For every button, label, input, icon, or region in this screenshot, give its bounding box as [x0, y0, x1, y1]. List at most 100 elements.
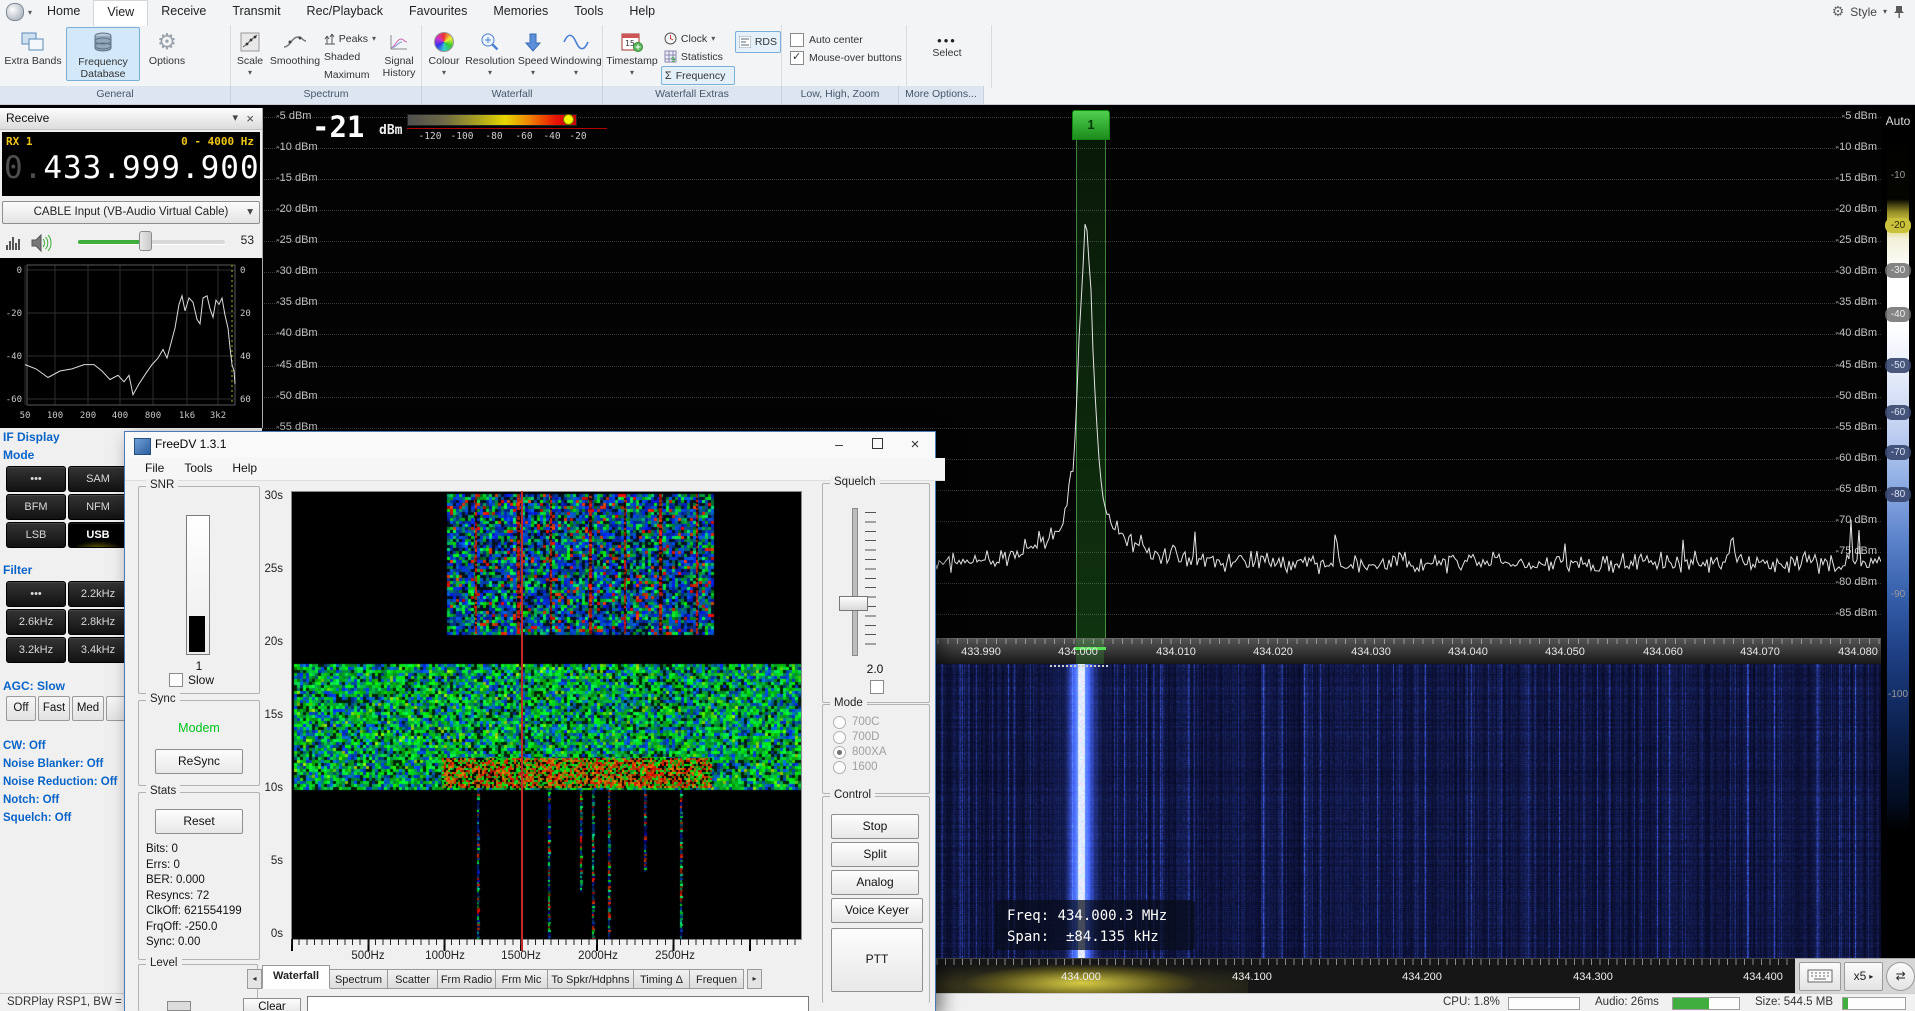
frequency-lcd[interactable]: RX 1 0 - 4000 Hz 0.433.999.900	[2, 132, 260, 196]
text-output-field[interactable]	[307, 996, 809, 1011]
ribbon-tab-receive[interactable]: Receive	[148, 0, 219, 25]
freedv-menu-tools[interactable]: Tools	[174, 458, 222, 480]
pin-icon[interactable]	[1893, 5, 1905, 19]
options-button[interactable]: ⚙ Options	[140, 27, 194, 67]
mode-button-sam[interactable]: SAM	[68, 466, 128, 492]
filter-button-3-4khz[interactable]: 3.4kHz	[68, 637, 128, 663]
freedv-tab-frequen[interactable]: Frequen	[690, 969, 744, 989]
tab-scroll-left[interactable]: ◂	[247, 969, 262, 989]
select-button[interactable]: ••• Select	[907, 27, 987, 59]
freedv-titlebar[interactable]: FreeDV 1.3.1 – ×	[125, 432, 935, 459]
shaded-button[interactable]: Shaded	[321, 48, 379, 65]
filter-button-2-6khz[interactable]: 2.6kHz	[6, 609, 66, 635]
gear-icon[interactable]: ⚙	[1832, 3, 1845, 20]
resolution-button[interactable]: Resolution ▾	[466, 27, 514, 79]
mode-button-usb[interactable]: USB	[68, 522, 128, 548]
resync-button[interactable]: ReSync	[155, 749, 243, 774]
smoothing-button[interactable]: Smoothing	[269, 27, 321, 67]
control-button-voice-keyer[interactable]: Voice Keyer	[831, 898, 923, 923]
ribbon-tab-memories[interactable]: Memories	[480, 0, 561, 25]
mode-header[interactable]: Mode	[3, 448, 34, 462]
filter-button-2-8khz[interactable]: 2.8kHz	[68, 609, 128, 635]
volume-slider-handle[interactable]	[139, 231, 152, 251]
mode-button-lsb[interactable]: LSB	[6, 522, 66, 548]
agc-button-fast[interactable]: Fast	[38, 696, 70, 721]
mode-radio-1600[interactable]: 1600	[833, 760, 878, 774]
close-icon[interactable]: ×	[246, 111, 254, 126]
signal-history-button[interactable]: Signal History	[379, 27, 419, 79]
agc-header[interactable]: AGC: Slow	[3, 679, 65, 693]
palette-scale-marker[interactable]: -100	[1881, 687, 1915, 702]
palette-scale-marker[interactable]: -10	[1881, 168, 1915, 183]
freedv-tab-timing[interactable]: Timing Δ	[634, 969, 690, 989]
if-display-header[interactable]: IF Display	[3, 430, 60, 444]
colour-button[interactable]: Colour ▾	[422, 27, 466, 79]
filter-button-[interactable]: •••	[6, 581, 66, 607]
squelch-slider-handle[interactable]	[839, 596, 868, 611]
scale-button[interactable]: Scale ▾	[231, 27, 269, 79]
freedv-menu-file[interactable]: File	[135, 458, 174, 480]
ptt-button[interactable]: PTT	[831, 928, 923, 992]
maximize-icon[interactable]	[858, 432, 896, 458]
rds-toggle[interactable]: RDS	[735, 31, 781, 53]
filter-button-2-2khz[interactable]: 2.2kHz	[68, 581, 128, 607]
mode-radio-800xa[interactable]: 800XA	[833, 745, 887, 759]
filter-button-3-2khz[interactable]: 3.2kHz	[6, 637, 66, 663]
mode-button-nfm[interactable]: NFM	[68, 494, 128, 520]
close-icon[interactable]: ×	[896, 432, 934, 458]
waterfall-frequency-axis[interactable]: 434.000434.100434.200434.300434.400	[928, 958, 1881, 994]
filter-passband-highlight[interactable]	[1076, 110, 1106, 638]
freedv-menu-help[interactable]: Help	[222, 458, 267, 480]
mode-button-bfm[interactable]: BFM	[6, 494, 66, 520]
collapse-icon[interactable]: ▾	[232, 111, 238, 124]
freedv-tab-waterfall[interactable]: Waterfall	[262, 965, 330, 989]
ribbon-tab-tools[interactable]: Tools	[561, 0, 616, 25]
freedv-tab-frm-mic[interactable]: Frm Mic	[496, 969, 548, 989]
freedv-waterfall-plot[interactable]	[291, 491, 802, 940]
palette-marker-dot[interactable]	[563, 114, 574, 125]
filter-header[interactable]: Filter	[3, 563, 32, 577]
palette-gradient-bar[interactable]	[1887, 136, 1909, 926]
style-menu[interactable]: Style	[1850, 5, 1877, 19]
freedv-tab-spectrum[interactable]: Spectrum	[330, 969, 388, 989]
ribbon-tab-rec-playback[interactable]: Rec/Playback	[294, 0, 396, 25]
ribbon-tab-transmit[interactable]: Transmit	[219, 0, 293, 25]
speaker-icon[interactable]	[30, 232, 54, 254]
squelch-checkbox[interactable]	[870, 680, 884, 694]
vfo-marker-tab[interactable]: 1	[1072, 110, 1110, 140]
palette-scale-marker[interactable]: -20	[1881, 218, 1915, 233]
reset-button[interactable]: Reset	[155, 809, 243, 834]
palette-scale-marker[interactable]: -70	[1881, 445, 1915, 460]
waterfall-display[interactable]: Freq: 434.000.3 MHz Span: ±84.135 kHz	[928, 663, 1881, 958]
freedv-window[interactable]: FreeDV 1.3.1 – × FileToolsHelp SNR 1 Slo…	[125, 432, 935, 1011]
minimize-icon[interactable]: –	[820, 432, 858, 458]
waterfall-palette-bar[interactable]	[407, 114, 577, 126]
palette-scale-marker[interactable]: -30	[1881, 263, 1915, 278]
ribbon-tab-home[interactable]: Home	[34, 0, 93, 25]
palette-scale-marker[interactable]: -80	[1881, 487, 1915, 502]
mode-radio-700d[interactable]: 700D	[833, 730, 880, 744]
control-button-analog[interactable]: Analog	[831, 870, 919, 895]
speed-button[interactable]: Speed ▾	[514, 27, 552, 79]
palette-scale-marker[interactable]: -60	[1881, 405, 1915, 420]
timestamp-button[interactable]: 15 Timestamp ▾	[603, 27, 661, 79]
extra-bands-button[interactable]: Extra Bands	[0, 27, 66, 67]
tab-scroll-right[interactable]: ▸	[747, 969, 762, 989]
maximum-button[interactable]: Maximum	[321, 66, 379, 83]
mouse-over-buttons-checkbox[interactable]: Mouse-over buttons	[790, 49, 902, 67]
palette-scale-marker[interactable]: -40	[1881, 307, 1915, 322]
agc-button-med[interactable]: Med	[72, 696, 104, 721]
zoom-level-button[interactable]: x5 ▸	[1844, 962, 1884, 991]
frequency-readout[interactable]: 0.433.999.900	[4, 150, 260, 186]
clear-button[interactable]: Clear	[243, 998, 301, 1011]
freedv-tab-to-spkr-hdphns[interactable]: To Spkr/Hdphns	[548, 969, 634, 989]
frequency-toggle[interactable]: Σ Frequency	[661, 66, 735, 85]
auto-center-checkbox[interactable]: Auto center	[790, 31, 863, 49]
control-button-stop[interactable]: Stop	[831, 814, 919, 839]
freedv-tab-scatter[interactable]: Scatter	[388, 969, 438, 989]
keyboard-button[interactable]	[1799, 962, 1841, 991]
receive-panel-titlebar[interactable]: Receive ▾ ×	[0, 108, 262, 130]
mode-button-[interactable]: •••	[6, 466, 66, 492]
ribbon-tab-view[interactable]: View	[93, 0, 148, 26]
clock-button[interactable]: Clock ▾	[661, 30, 735, 47]
